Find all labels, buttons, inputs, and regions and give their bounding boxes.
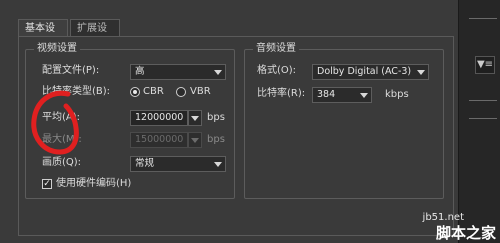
audio-settings-group: 音频设置 格式(O): Dolby Digital (AC-3) 比特率(R):… [244, 43, 444, 199]
bitrate-type-label: 比特率类型(B): [42, 86, 111, 97]
audio-format-value: Dolby Digital (AC-3) [317, 66, 412, 77]
average-bitrate-label: 平均(A): [42, 112, 81, 123]
quality-value: 常规 [135, 158, 155, 169]
max-bitrate-unit: bps [207, 134, 225, 145]
tab-basic-settings[interactable]: 基本设置 [18, 19, 68, 51]
menu-dropdown-button[interactable]: ▼≡ [475, 56, 495, 74]
toolbar-divider [469, 18, 497, 19]
watermark-logo: 脚本之家 [435, 224, 496, 242]
chevron-down-icon [191, 138, 199, 143]
audio-format-label: 格式(O): [257, 65, 297, 76]
watermark-url: jb51.net [422, 212, 464, 223]
max-bitrate-dropdown [188, 132, 202, 148]
profile-value: 高 [135, 66, 145, 77]
audio-settings-title: 音频设置 [253, 43, 299, 55]
encoder-settings-dialog: 基本设置 扩展设置 视频设置 配置文件(P): 高 比特率类型(B): CBR … [0, 0, 458, 243]
average-bitrate-unit: bps [207, 112, 225, 123]
video-settings-title: 视频设置 [34, 43, 80, 55]
audio-bitrate-select[interactable]: 384 [312, 87, 372, 103]
quality-label: 画质(Q): [42, 157, 82, 168]
average-bitrate-dropdown[interactable] [188, 110, 202, 126]
cbr-label: CBR [143, 86, 164, 97]
chevron-down-icon [214, 70, 222, 75]
audio-bitrate-unit: kbps [385, 89, 409, 100]
vbr-label: VBR [190, 86, 211, 97]
profile-select[interactable]: 高 [130, 64, 226, 80]
vbr-radio[interactable] [176, 87, 186, 97]
hw-encode-label: 使用硬件编码(H) [56, 178, 132, 189]
audio-format-select[interactable]: Dolby Digital (AC-3) [312, 64, 429, 80]
max-bitrate-label: 最大(M): [42, 134, 82, 145]
toolbar-divider [469, 118, 497, 119]
average-bitrate-input[interactable]: 12000000 [130, 110, 188, 126]
chevron-down-icon [360, 93, 368, 98]
tab-extended-settings[interactable]: 扩展设置 [70, 19, 120, 51]
cbr-radio[interactable] [130, 87, 140, 97]
side-toolbar: ▼≡ [458, 0, 500, 243]
video-settings-group: 视频设置 配置文件(P): 高 比特率类型(B): CBR VBR 平均(A):… [25, 43, 235, 199]
settings-panel: 视频设置 配置文件(P): 高 比特率类型(B): CBR VBR 平均(A):… [18, 36, 454, 236]
max-bitrate-input: 15000000 [130, 132, 188, 148]
quality-select[interactable]: 常规 [130, 156, 226, 172]
chevron-down-icon [214, 162, 222, 167]
chevron-down-icon [191, 116, 199, 121]
chevron-down-icon [417, 70, 425, 75]
audio-bitrate-label: 比特率(R): [257, 88, 306, 99]
profile-label: 配置文件(P): [42, 65, 100, 76]
hw-encode-checkbox[interactable]: ✓ [42, 179, 52, 189]
toolbar-divider [469, 100, 497, 101]
audio-bitrate-value: 384 [317, 89, 336, 100]
